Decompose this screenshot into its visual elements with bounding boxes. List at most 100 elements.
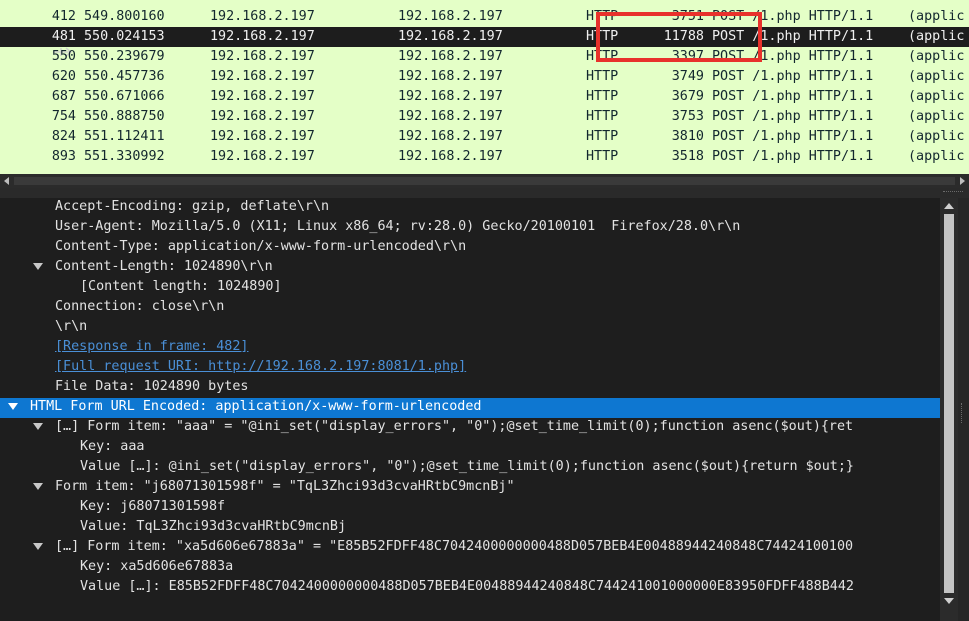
tree-item-label: \r\n <box>55 319 88 334</box>
tree-item-label: Key: j68071301598f <box>80 499 226 514</box>
tree-item[interactable]: Accept-Encoding: gzip, deflate\r\n <box>0 198 940 218</box>
packet-destination: 192.168.2.197 <box>398 109 503 124</box>
side-splitter[interactable] <box>958 198 969 621</box>
tree-item[interactable]: Connection: close\r\n <box>0 298 940 318</box>
packet-protocol: HTTP <box>586 89 619 104</box>
packet-list-horizontal-scrollbar[interactable] <box>0 174 969 188</box>
packet-info-extra: (applic <box>908 149 965 164</box>
packet-destination: 192.168.2.197 <box>398 29 503 44</box>
packet-row[interactable]: 620 550.457736 192.168.2.197 192.168.2.1… <box>0 67 969 87</box>
packet-list: 412 549.800160 192.168.2.197 192.168.2.1… <box>0 0 969 174</box>
packet-info-extra: (applic <box>908 49 965 64</box>
packet-info: POST /1.php HTTP/1.1 <box>712 89 874 104</box>
tree-item[interactable]: Value […]: E85B52FDFF48C7042400000000488… <box>0 578 940 598</box>
expand-triangle-icon[interactable] <box>33 543 43 550</box>
tree-item-label: User-Agent: Mozilla/5.0 (X11; Linux x86_… <box>55 219 741 234</box>
packet-row[interactable]: 412 549.800160 192.168.2.197 192.168.2.1… <box>0 7 969 27</box>
expand-triangle-icon[interactable] <box>33 423 43 430</box>
tree-item-label: Connection: close\r\n <box>55 299 225 314</box>
scroll-down-icon[interactable] <box>940 593 958 609</box>
tree-item[interactable]: [Response in frame: 482] <box>0 338 940 358</box>
scrollbar-thumb[interactable] <box>14 177 969 185</box>
packet-source: 192.168.2.197 <box>210 9 315 24</box>
packet-info: POST /1.php HTTP/1.1 <box>712 69 874 84</box>
full-request-uri-link[interactable]: [Full request URI: http://192.168.2.197:… <box>55 359 466 374</box>
packet-row[interactable]: 893 551.330992 192.168.2.197 192.168.2.1… <box>0 147 969 167</box>
packet-row[interactable]: 824 551.112411 192.168.2.197 192.168.2.1… <box>0 127 969 147</box>
packet-row[interactable] <box>0 167 969 174</box>
tree-item-label: Form item: "j68071301598f" = "TqL3Zhci93… <box>55 479 515 494</box>
tree-item-label: […] Form item: "xa5d606e67883a" = "E85B5… <box>55 539 854 554</box>
tree-item[interactable]: File Data: 1024890 bytes <box>0 378 940 398</box>
packet-row[interactable]: 754 550.888750 192.168.2.197 192.168.2.1… <box>0 107 969 127</box>
tree-item[interactable]: Content-Type: application/x-www-form-url… <box>0 238 940 258</box>
packet-time: 550.024153 <box>84 29 165 44</box>
packet-destination: 192.168.2.197 <box>398 69 503 84</box>
tree-item[interactable]: […] Form item: "aaa" = "@ini_set("displa… <box>0 418 940 438</box>
packet-row-selected[interactable]: 481 550.024153 192.168.2.197 192.168.2.1… <box>0 27 969 57</box>
packet-info-extra: (applic <box>908 69 965 84</box>
packet-row[interactable]: 550 550.239679 192.168.2.197 192.168.2.1… <box>0 47 969 67</box>
pane-splitter[interactable] <box>0 188 969 198</box>
packet-protocol: HTTP <box>586 129 619 144</box>
expand-triangle-icon[interactable] <box>8 403 18 410</box>
tree-item[interactable]: [Full request URI: http://192.168.2.197:… <box>0 358 940 378</box>
packet-time: 551.330992 <box>84 149 165 164</box>
packet-destination: 192.168.2.197 <box>398 149 503 164</box>
tree-item[interactable]: Key: j68071301598f <box>0 498 940 518</box>
tree-item-label: Key: xa5d606e67883a <box>80 559 234 574</box>
scrollbar-thumb[interactable] <box>944 214 954 593</box>
scroll-up-icon[interactable] <box>940 198 958 214</box>
packet-time: 550.671066 <box>84 89 165 104</box>
packet-time: 550.239679 <box>84 49 165 64</box>
packet-no: 550 <box>51 49 76 64</box>
tree-item[interactable]: Key: aaa <box>0 438 940 458</box>
splitter-grip-icon[interactable] <box>943 191 963 195</box>
packet-destination: 192.168.2.197 <box>398 9 503 24</box>
tree-item[interactable]: \r\n <box>0 318 940 338</box>
tree-item[interactable]: Form item: "j68071301598f" = "TqL3Zhci93… <box>0 478 940 498</box>
packet-row[interactable] <box>0 0 969 7</box>
scroll-right-icon[interactable] <box>955 174 969 188</box>
packet-no: 754 <box>51 109 76 124</box>
packet-time: 550.888750 <box>84 109 165 124</box>
packet-length: 3518 <box>671 149 704 164</box>
tree-item-label: Value: TqL3Zhci93d3cvaHRtbC9mcnBj <box>80 519 347 534</box>
tree-item[interactable]: Value: TqL3Zhci93d3cvaHRtbC9mcnBj <box>0 518 940 538</box>
tree-item-label: Content-Type: application/x-www-form-url… <box>55 239 467 254</box>
scrollbar-track[interactable] <box>14 177 969 185</box>
expand-triangle-icon[interactable] <box>33 483 43 490</box>
tree-item[interactable]: User-Agent: Mozilla/5.0 (X11; Linux x86_… <box>0 218 940 238</box>
expand-triangle-icon[interactable] <box>33 263 43 270</box>
scroll-left-icon[interactable] <box>0 174 14 188</box>
packet-info-extra: (applic <box>908 29 965 44</box>
packet-destination: 192.168.2.197 <box>398 49 503 64</box>
tree-item-label: Value […]: @ini_set("display_errors", "0… <box>80 459 854 474</box>
splitter-grip-icon[interactable] <box>961 403 965 423</box>
tree-item[interactable]: Content-Length: 1024890\r\n <box>0 258 940 278</box>
packet-row[interactable]: 687 550.671066 192.168.2.197 192.168.2.1… <box>0 87 969 107</box>
tree-item-selected[interactable]: HTML Form URL Encoded: application/x-www… <box>0 398 940 418</box>
packet-destination: 192.168.2.197 <box>398 129 503 144</box>
packet-protocol: HTTP <box>586 69 619 84</box>
packet-info: POST /1.php HTTP/1.1 <box>712 149 874 164</box>
packet-source: 192.168.2.197 <box>210 89 315 104</box>
packet-time: 550.457736 <box>84 69 165 84</box>
packet-time: 549.800160 <box>84 9 165 24</box>
annotation-highlight-box <box>596 12 762 62</box>
packet-source: 192.168.2.197 <box>210 109 315 124</box>
tree-item[interactable]: [Content length: 1024890] <box>0 278 940 298</box>
packet-info-extra: (applic <box>908 9 965 24</box>
tree-item[interactable]: […] Form item: "xa5d606e67883a" = "E85B5… <box>0 538 940 558</box>
packet-info-extra: (applic <box>908 129 965 144</box>
response-frame-link[interactable]: [Response in frame: 482] <box>55 339 248 354</box>
tree-item[interactable]: Key: xa5d606e67883a <box>0 558 940 578</box>
tree-item-label: […] Form item: "aaa" = "@ini_set("displa… <box>55 419 854 434</box>
packet-time: 551.112411 <box>84 129 165 144</box>
tree-item[interactable]: Value […]: @ini_set("display_errors", "0… <box>0 458 940 478</box>
packet-protocol: HTTP <box>586 149 619 164</box>
packet-no: 412 <box>51 9 76 24</box>
tree-item-label: Key: aaa <box>80 439 145 454</box>
details-vertical-scrollbar[interactable] <box>940 198 958 621</box>
packet-destination: 192.168.2.197 <box>398 89 503 104</box>
